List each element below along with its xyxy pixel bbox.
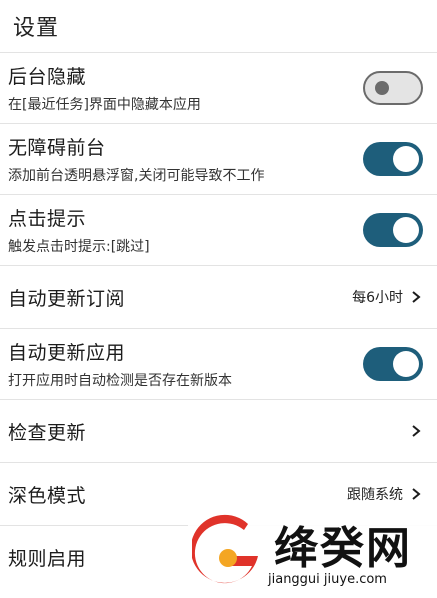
toggle-knob <box>375 81 389 95</box>
setting-title: 无障碍前台 <box>8 137 106 159</box>
watermark: 绛癸网 jianggui jiuye.com <box>188 508 437 598</box>
watermark-name: 绛癸网 <box>274 523 412 574</box>
setting-accessibility-foreground[interactable]: 无障碍前台 添加前台透明悬浮窗,关闭可能导致不工作 <box>0 123 437 194</box>
toggle-knob <box>393 146 419 172</box>
hide-recent-toggle[interactable] <box>363 71 423 105</box>
setting-title: 深色模式 <box>8 484 87 507</box>
setting-title: 检查更新 <box>8 421 87 444</box>
setting-subtitle: 打开应用时自动检测是否存在新版本 <box>8 373 232 389</box>
setting-click-hint[interactable]: 点击提示 触发点击时提示:[跳过] <box>0 194 437 265</box>
chevron-right-icon <box>412 488 421 500</box>
setting-check-update[interactable]: 检查更新 <box>0 399 437 462</box>
setting-auto-update-app[interactable]: 自动更新应用 打开应用时自动检测是否存在新版本 <box>0 328 437 399</box>
setting-subtitle: 在[最近任务]界面中隐藏本应用 <box>8 97 201 113</box>
watermark-logo-icon <box>192 514 258 584</box>
setting-subtitle: 添加前台透明悬浮窗,关闭可能导致不工作 <box>8 168 265 184</box>
toggle-knob <box>393 217 419 243</box>
setting-auto-update-subscription[interactable]: 自动更新订阅 每6小时 <box>0 265 437 328</box>
setting-value: 每6小时 <box>352 290 403 306</box>
accessibility-foreground-toggle[interactable] <box>363 142 423 176</box>
setting-title: 后台隐藏 <box>8 66 87 88</box>
setting-hide-recent[interactable]: 后台隐藏 在[最近任务]界面中隐藏本应用 <box>0 52 437 123</box>
setting-title: 规则启用 <box>8 547 87 570</box>
toggle-knob <box>393 351 419 377</box>
click-hint-toggle[interactable] <box>363 213 423 247</box>
setting-title: 自动更新订阅 <box>8 287 126 310</box>
page-title: 设置 <box>13 16 60 41</box>
auto-update-app-toggle[interactable] <box>363 347 423 381</box>
watermark-url: jianggui jiuye.com <box>268 572 387 587</box>
chevron-right-icon <box>412 425 421 437</box>
setting-value: 跟随系统 <box>347 487 403 503</box>
setting-title: 自动更新应用 <box>8 342 126 364</box>
setting-title: 点击提示 <box>8 208 87 230</box>
setting-subtitle: 触发点击时提示:[跳过] <box>8 239 150 255</box>
chevron-right-icon <box>412 291 421 303</box>
settings-header: 设置 <box>0 0 437 52</box>
